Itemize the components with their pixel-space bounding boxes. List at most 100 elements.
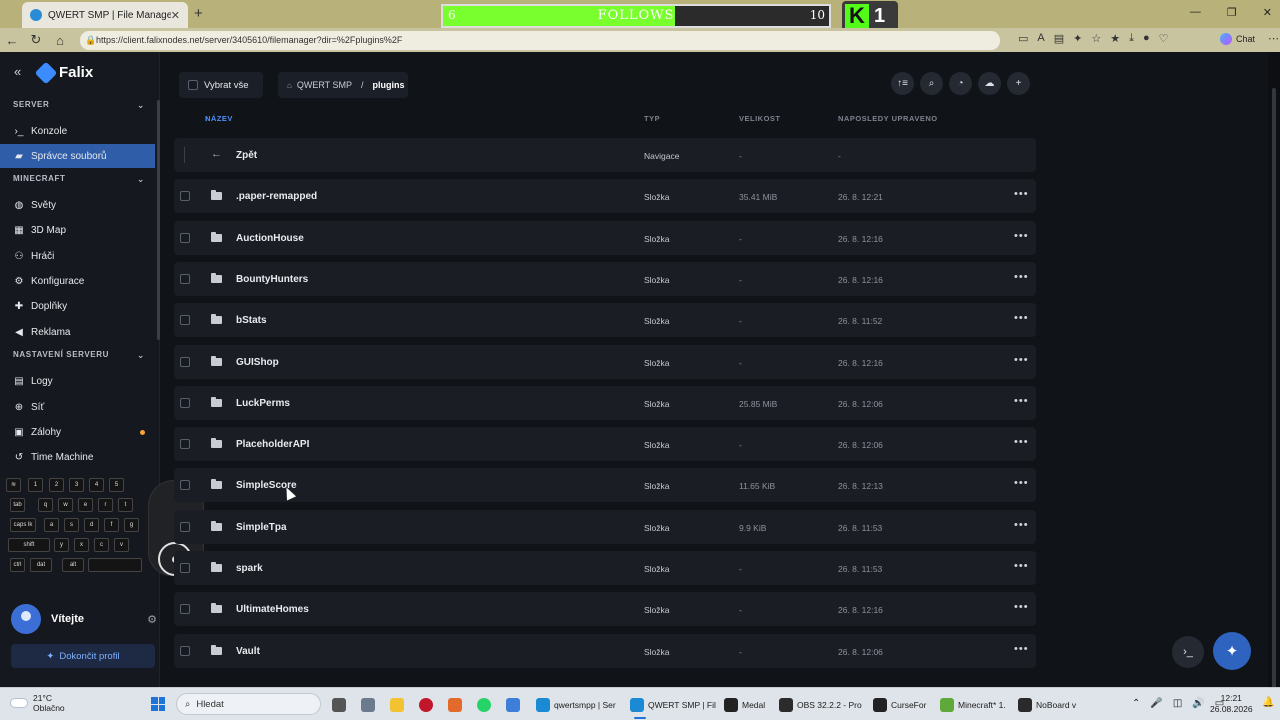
- more-options-icon[interactable]: •••: [1014, 312, 1029, 324]
- more-options-icon[interactable]: •••: [1014, 271, 1029, 283]
- microsoft-store-icon[interactable]: [506, 694, 520, 716]
- page-scrollbar-thumb[interactable]: [1272, 88, 1276, 698]
- taskbar-app-button[interactable]: Medal: [724, 694, 765, 716]
- more-options-icon[interactable]: •••: [1014, 601, 1029, 613]
- disk-usage-icon[interactable]: ◔: [949, 72, 972, 95]
- sidebar-item-file-manager[interactable]: ▰ Správce souborů: [0, 144, 155, 168]
- more-options-icon[interactable]: •••: [1014, 395, 1029, 407]
- row-checkbox[interactable]: [180, 604, 190, 615]
- row-checkbox[interactable]: [180, 439, 190, 450]
- table-row[interactable]: bStats Složka - 26. 8. 11:52 •••: [174, 303, 1036, 338]
- column-size-header[interactable]: VELIKOST: [739, 114, 781, 123]
- profile-icon[interactable]: ●: [1143, 32, 1150, 45]
- more-options-icon[interactable]: •••: [1014, 643, 1029, 655]
- browser-tab[interactable]: QWERT SMP | File Manager ✕: [22, 2, 188, 28]
- sidebar-item-worlds[interactable]: ◍ Světy: [0, 193, 155, 217]
- row-checkbox[interactable]: [180, 480, 190, 491]
- reload-icon[interactable]: ↻: [24, 32, 48, 48]
- favorite-icon[interactable]: ☆: [1091, 32, 1101, 45]
- back-icon[interactable]: ←: [0, 33, 24, 48]
- column-type-header[interactable]: TYP: [644, 114, 660, 123]
- table-row[interactable]: SimpleTpa Složka 9.9 KiB 26. 8. 11:53 •••: [174, 509, 1036, 544]
- browser-menu-icon[interactable]: ⋯: [1268, 32, 1279, 45]
- sidebar-item-players[interactable]: ⚇ Hráči: [0, 244, 155, 268]
- downloads-icon[interactable]: ⤓: [1129, 32, 1134, 45]
- taskbar-app-button[interactable]: qwertsmpp | Ser: [536, 694, 616, 716]
- sidebar-item-network[interactable]: ⊕ Síť: [0, 395, 155, 419]
- table-row[interactable]: UltimateHomes Složka - 26. 8. 12:16 •••: [174, 592, 1036, 627]
- more-options-icon[interactable]: •••: [1014, 560, 1029, 572]
- upload-icon[interactable]: ☁: [978, 72, 1001, 95]
- sort-icon[interactable]: ↑≡: [891, 72, 914, 95]
- column-modified-header[interactable]: NAPOSLEDY UPRAVENO: [838, 114, 938, 123]
- more-options-icon[interactable]: •••: [1014, 436, 1029, 448]
- url-field[interactable]: 🔒 https://client.falixnodes.net/server/3…: [80, 31, 1000, 50]
- row-checkbox[interactable]: [180, 645, 190, 656]
- more-options-icon[interactable]: •••: [1014, 230, 1029, 242]
- collapse-sidebar-icon[interactable]: «: [14, 64, 21, 79]
- reader-icon[interactable]: ▤: [1054, 32, 1064, 45]
- more-options-icon[interactable]: •••: [1014, 188, 1029, 200]
- store-app-icon[interactable]: [448, 694, 462, 716]
- more-options-icon[interactable]: •••: [1014, 519, 1029, 531]
- file-explorer-icon[interactable]: [390, 694, 404, 716]
- chevron-up-icon[interactable]: ⌃: [1132, 698, 1140, 709]
- console-shortcut-button[interactable]: ›_: [1172, 636, 1204, 668]
- row-checkbox[interactable]: [180, 563, 190, 573]
- table-row[interactable]: GUIShop Složka - 26. 8. 12:16 •••: [174, 344, 1036, 379]
- new-tab-button[interactable]: +: [194, 5, 203, 22]
- complete-profile-button[interactable]: ✦ Dokončit profil: [11, 644, 155, 668]
- row-checkbox[interactable]: [180, 315, 190, 326]
- sidebar-scrollbar[interactable]: [157, 100, 160, 340]
- row-checkbox[interactable]: [180, 356, 190, 367]
- taskbar-app-button[interactable]: Minecraft* 1.: [940, 694, 1006, 716]
- breadcrumb-root[interactable]: QWERT SMP: [297, 80, 352, 90]
- clock[interactable]: 12:21 26.08.2026: [1210, 693, 1253, 715]
- sidebar-item-config[interactable]: ⚙ Konfigurace: [0, 269, 155, 293]
- table-row[interactable]: SimpleScore Složka 11.65 KiB 26. 8. 12:13 ••…: [174, 468, 1036, 503]
- read-aloud-icon[interactable]: A: [1037, 32, 1044, 45]
- sidebar-item-ads[interactable]: ◀ Reklama: [0, 320, 155, 344]
- section-minecraft[interactable]: MINECRAFT ⌄: [0, 169, 155, 189]
- select-all-checkbox[interactable]: [188, 80, 198, 90]
- select-all-button[interactable]: Vybrat vše: [179, 72, 263, 98]
- settings-app-icon[interactable]: [361, 694, 375, 716]
- sidebar-item-konzole[interactable]: ›_ Konzole: [0, 119, 155, 143]
- back-row[interactable]: ← Zpět Navigace - -: [174, 138, 1036, 172]
- favorites-list-icon[interactable]: ★: [1110, 32, 1120, 45]
- sidebar-item-logs[interactable]: ▤ Logy: [0, 369, 155, 393]
- taskbar-app-button[interactable]: NoBoard v: [1018, 694, 1076, 716]
- maximize-icon[interactable]: ❐: [1227, 6, 1237, 19]
- split-screen-icon[interactable]: ▭: [1018, 32, 1028, 45]
- weather-widget[interactable]: 21°C Oblačno: [10, 693, 65, 713]
- more-options-icon[interactable]: •••: [1014, 477, 1029, 489]
- more-options-icon[interactable]: •••: [1014, 354, 1029, 366]
- table-row[interactable]: spark Složka - 26. 8. 11:53 •••: [174, 551, 1036, 585]
- sidebar-item-plugins[interactable]: ✚ Doplňky: [0, 294, 155, 318]
- taskbar-search[interactable]: ⌕ Hledat: [176, 693, 321, 715]
- row-checkbox[interactable]: [180, 273, 190, 284]
- volume-icon[interactable]: 🔊: [1192, 698, 1204, 709]
- browser-essentials-icon[interactable]: ♡: [1159, 32, 1169, 45]
- microphone-icon[interactable]: 🎤: [1150, 698, 1162, 709]
- taskbar-app-button[interactable]: QWERT SMP | Fil: [630, 694, 716, 719]
- user-card[interactable]: Vítejte ⚙: [11, 604, 157, 634]
- start-button[interactable]: [151, 697, 165, 711]
- extensions-icon[interactable]: ✦: [1073, 32, 1082, 45]
- table-row[interactable]: Vault Složka - 26. 8. 12:06 •••: [174, 633, 1036, 668]
- notifications-icon[interactable]: 🔔: [1262, 697, 1274, 708]
- whatsapp-icon[interactable]: [477, 694, 491, 716]
- table-row[interactable]: AuctionHouse Složka - 26. 8. 12:16 •••: [174, 220, 1036, 255]
- table-row[interactable]: PlaceholderAPI Složka - 26. 8. 12:06 •••: [174, 427, 1036, 462]
- taskbar-app-button[interactable]: OBS 32.2.2 - Pro: [779, 694, 862, 716]
- sidebar-item-3d-map[interactable]: ▦ 3D Map: [0, 218, 155, 242]
- sidebar-item-time-machine[interactable]: ↺ Time Machine: [0, 445, 155, 469]
- sidebar-item-backups[interactable]: ▣ Zálohy: [0, 420, 155, 444]
- minimize-icon[interactable]: —: [1190, 6, 1201, 19]
- section-server-settings[interactable]: NASTAVENÍ SERVERU ⌄: [0, 345, 155, 365]
- search-icon[interactable]: ⌕: [920, 72, 943, 95]
- gear-icon[interactable]: ⚙: [147, 613, 157, 626]
- row-checkbox[interactable]: [180, 521, 190, 532]
- row-checkbox[interactable]: [180, 397, 190, 408]
- row-checkbox[interactable]: [180, 232, 190, 243]
